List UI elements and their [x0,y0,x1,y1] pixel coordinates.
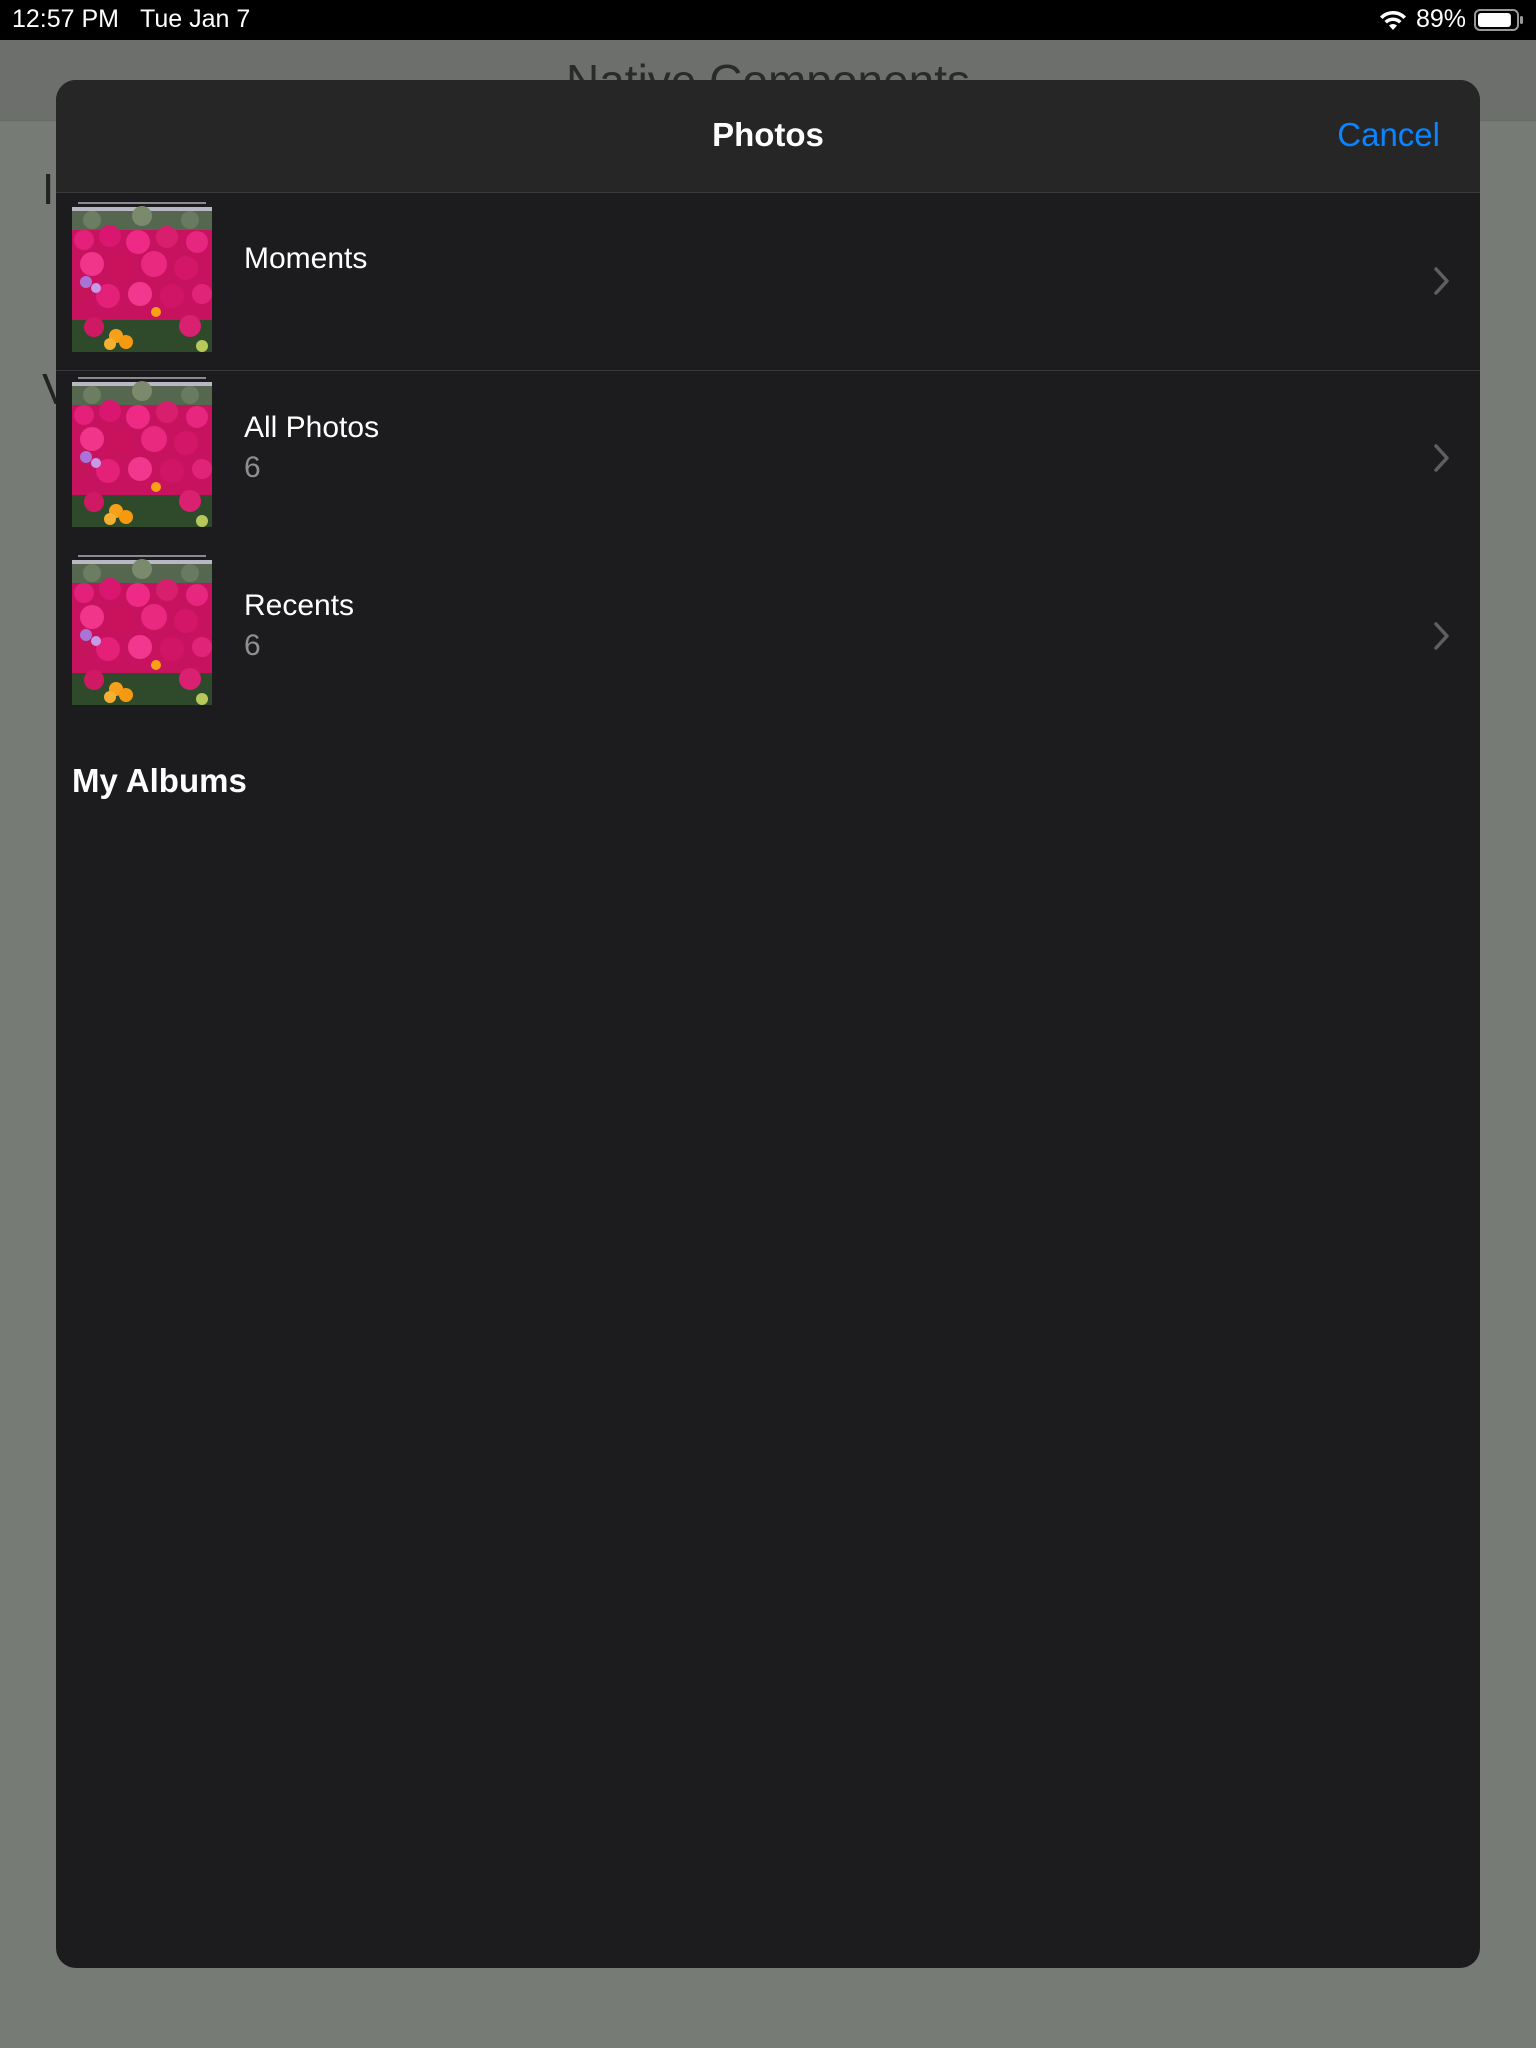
battery-icon [1474,8,1523,31]
album-count: 6 [244,629,261,662]
my-albums-heading: My Albums [72,762,247,799]
cancel-button[interactable]: Cancel [1337,116,1440,154]
chevron-right-icon [1434,444,1449,472]
album-title: Recents [244,589,355,622]
sheet-title: Photos [712,116,824,153]
album-count: 6 [244,451,261,484]
album-row-recents[interactable]: Recents 6 [56,549,1480,727]
wifi-icon [1378,8,1408,32]
status-time: 12:57 PM [12,5,120,33]
battery-percent: 89% [1415,5,1466,33]
chevron-right-icon [1434,622,1449,650]
status-indicators: 89% [1378,5,1524,34]
album-row-all-photos[interactable]: All Photos 6 [56,371,1480,549]
album-thumbnail [72,555,212,705]
album-row-moments[interactable]: Moments [56,192,1480,370]
status-bar: 12:57 PM Tue Jan 7 89% [0,0,1536,40]
chevron-right-icon [1434,267,1449,295]
photos-sheet: Photos Cancel Moments All Photos 6 Recen… [56,80,1480,1968]
background-text-1: I [42,165,55,214]
album-title: All Photos [244,411,380,444]
album-title: Moments [244,242,368,275]
album-thumbnail [72,202,212,352]
album-thumbnail [72,377,212,527]
status-date: Tue Jan 7 [140,5,251,33]
sheet-header: Photos Cancel [56,80,1480,193]
